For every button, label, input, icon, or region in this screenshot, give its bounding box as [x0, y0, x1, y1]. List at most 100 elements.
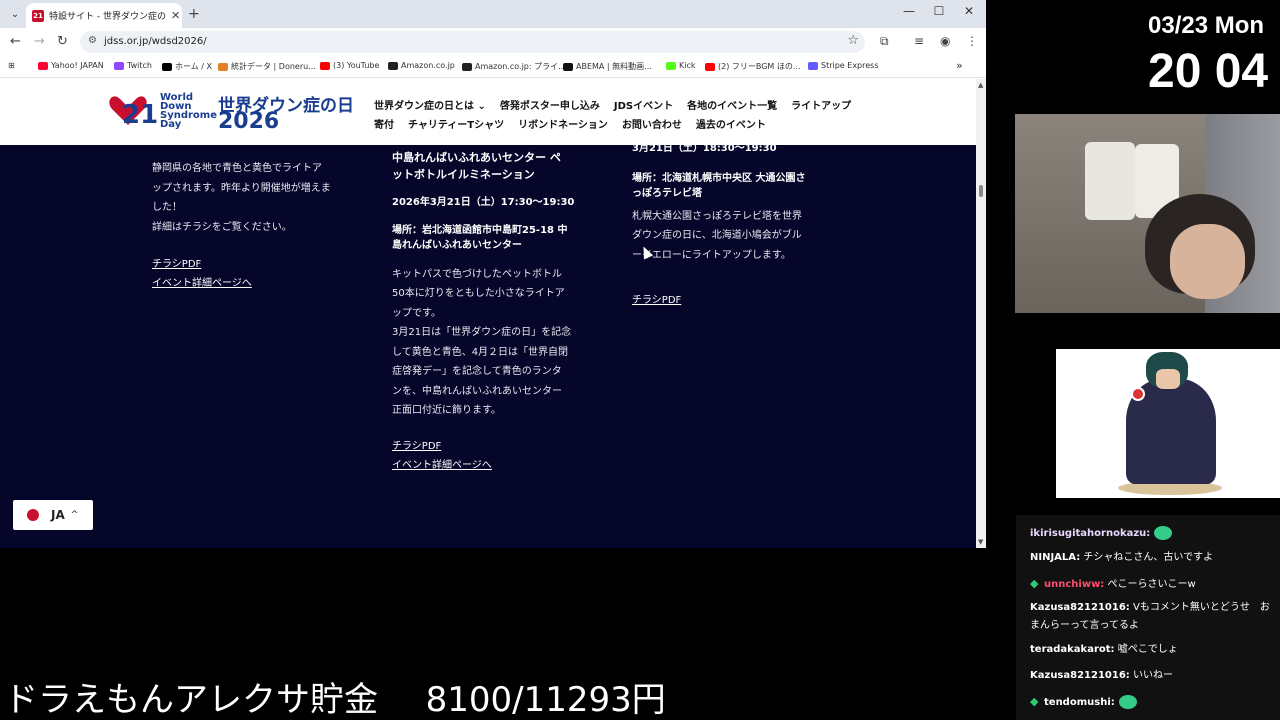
bookmark-youtube[interactable]: (3) YouTube: [320, 61, 379, 70]
menu-kebab-icon[interactable]: ⋮: [966, 34, 978, 48]
event-detail-link[interactable]: イベント詳細ページへ: [392, 456, 587, 475]
amazon-icon: [462, 62, 472, 71]
donation-unit: 円: [631, 680, 666, 720]
bookmark-abema[interactable]: ABEMA | 無料動画...: [563, 61, 652, 72]
youtube-icon: [320, 61, 330, 70]
flyer-pdf-link[interactable]: チラシPDF: [392, 437, 587, 456]
back-arrow-icon[interactable]: ←: [10, 34, 21, 49]
nav-about[interactable]: 世界ダウン症の日とは ⌄: [374, 97, 486, 112]
bookmark-kick[interactable]: Kick: [666, 61, 696, 70]
pixel-avatar-image: [1056, 349, 1280, 498]
chat-username[interactable]: teradakakarot:: [1030, 644, 1115, 655]
event-place-line: 島れんばいふれあいセンター: [392, 239, 522, 251]
bookmark-label: ホーム / X: [175, 62, 213, 71]
chat-username[interactable]: Kazusa82121016:: [1030, 602, 1130, 613]
chat-message: Kazusa82121016: いいねー: [1030, 667, 1173, 685]
language-selector[interactable]: JA ^: [13, 500, 93, 530]
bookmark-yahoo[interactable]: Yahoo! JAPAN: [38, 61, 104, 70]
event-body-line: 症啓発デー」を記念して青色のランタ: [392, 366, 562, 377]
twitch-icon: [114, 61, 124, 70]
bookmark-stripe[interactable]: Stripe Express: [808, 61, 879, 70]
chat-message: Kazusa82121016: Vもコメント無いとどうせ お: [1030, 599, 1270, 617]
bookmark-bgm[interactable]: (2) フリーBGM ほの...: [705, 61, 801, 72]
maximize-icon[interactable]: ☐: [925, 4, 953, 18]
chevron-up-icon: ^: [70, 510, 79, 520]
site-favicon-icon: 21: [32, 9, 44, 22]
nav-past-events[interactable]: 過去のイベント: [696, 116, 766, 131]
nav-ribbon-donation[interactable]: リボンドネーション: [518, 116, 608, 131]
logo-en-line: Day: [160, 119, 182, 130]
overlay-date: 03/23 Mon: [1148, 12, 1265, 39]
chat-emote-icon: [1154, 526, 1173, 540]
event-body-line: ーイエローにライトアップします。: [632, 249, 791, 261]
site-info-icon[interactable]: ⚙: [88, 35, 97, 46]
chat-message: ikirisugitahornokazu:: [1030, 525, 1173, 543]
nav-lightup[interactable]: ライトアップ: [791, 97, 851, 112]
event-body-line: ンを、中島れんばいふれあいセンター: [392, 385, 562, 397]
tab-list-chevron-icon[interactable]: ⌄: [6, 5, 24, 23]
flyer-pdf-link[interactable]: チラシPDF: [152, 255, 347, 274]
kick-icon: [666, 61, 676, 70]
profile-avatar-icon[interactable]: ◉: [940, 34, 950, 48]
scroll-up-icon[interactable]: ▲: [978, 81, 983, 89]
bookmarks-more-icon[interactable]: »: [956, 59, 963, 72]
nav-charity-tshirt[interactable]: チャリティーTシャツ: [408, 116, 504, 131]
chat-text: チシャねこさん、古いですよ: [1080, 552, 1214, 563]
event-place-line: 場所：岩北海道函館市中島町25-18 中: [392, 224, 568, 236]
nav-row-primary: 世界ダウン症の日とは ⌄ 啓発ポスター申し込み JDSイベント 各地のイベント一…: [374, 97, 851, 112]
x-icon: [162, 62, 172, 71]
chat-badge-icon: ◆: [1030, 577, 1039, 590]
overlay-time: 20 04: [1148, 45, 1269, 98]
event-date: 2026年3月21日（土）17:30〜19:30: [392, 197, 575, 208]
donation-goal: ドラえもんアレクサ貯金 8100/11293円: [4, 680, 666, 720]
chat-message: まんらーって言ってるよ: [1030, 617, 1139, 635]
nav-donate[interactable]: 寄付: [374, 116, 394, 131]
url-text[interactable]: jdss.or.jp/wdsd2026/: [104, 36, 207, 47]
minimize-icon[interactable]: —: [895, 4, 923, 18]
event-detail-link[interactable]: イベント詳細ページへ: [152, 274, 347, 293]
event-body-line: した！: [152, 202, 182, 213]
nav-jds-events[interactable]: JDSイベント: [614, 97, 673, 112]
event-title-line: 中島れんばいふれあいセンター ペ: [392, 151, 561, 164]
bookmark-label: Yahoo! JAPAN: [51, 61, 104, 70]
tab-active[interactable]: 21 特設サイト - 世界ダウン症の日2026 ✕: [26, 3, 182, 28]
window-close-icon[interactable]: ✕: [955, 4, 983, 18]
new-tab-plus-icon[interactable]: +: [188, 6, 200, 22]
chat-username[interactable]: NINJALA:: [1030, 552, 1080, 563]
browser-toolbar: ← → ↻ ⚙ jdss.or.jp/wdsd2026/ ☆ ⧉ ≡ ◉ ⋮: [0, 28, 986, 56]
scroll-down-icon[interactable]: ▼: [978, 538, 983, 546]
nav-poster[interactable]: 啓発ポスター申し込み: [500, 97, 600, 112]
nav-contact[interactable]: お問い合わせ: [622, 116, 682, 131]
bookmark-label: ABEMA | 無料動画...: [576, 62, 652, 71]
page-scrollbar[interactable]: ▲ ▼: [976, 79, 986, 548]
chat-message: ◆ tendomushi:: [1030, 693, 1137, 712]
chat-text: 嘘ぺこでしょ: [1114, 644, 1178, 655]
extensions-icon[interactable]: ⧉: [880, 34, 889, 49]
chat-username[interactable]: ikirisugitahornokazu:: [1030, 528, 1150, 539]
address-bar[interactable]: ⚙ jdss.or.jp/wdsd2026/ ☆: [80, 31, 865, 53]
bookmark-label: (2) フリーBGM ほの...: [718, 62, 801, 71]
bookmark-x[interactable]: ホーム / X: [162, 61, 212, 72]
nav-local-events[interactable]: 各地のイベント一覧: [687, 97, 777, 112]
wdsd-logo-icon[interactable]: 21: [108, 93, 158, 131]
chat-text: Vもコメント無いとどうせ お: [1129, 602, 1270, 613]
event-body-line: 静岡県の各地で青色と黄色でライトア: [152, 163, 322, 174]
chat-username[interactable]: tendomushi:: [1044, 697, 1115, 708]
bookmark-star-icon[interactable]: ☆: [847, 33, 859, 48]
chat-username[interactable]: unnchiww:: [1044, 579, 1104, 590]
bookmark-doneru[interactable]: 統計データ | Doneru...: [218, 61, 316, 72]
bookmark-twitch[interactable]: Twitch: [114, 61, 152, 70]
event-date: 3月21日（土）18:30〜19:30: [632, 143, 777, 154]
chat-username[interactable]: Kazusa82121016:: [1030, 670, 1130, 681]
scrollbar-thumb[interactable]: [979, 185, 983, 197]
bookmark-amazon-prime[interactable]: Amazon.co.jp: プライ...: [462, 61, 566, 72]
apps-grid-icon[interactable]: ⊞: [8, 61, 15, 70]
media-control-icon[interactable]: ≡: [914, 34, 924, 48]
reload-icon[interactable]: ↻: [57, 34, 68, 49]
tab-close-icon[interactable]: ✕: [171, 9, 180, 22]
bookmark-amazon[interactable]: Amazon.co.jp: [388, 61, 455, 70]
bookmark-label: Amazon.co.jp: プライ...: [475, 62, 566, 71]
flyer-pdf-link[interactable]: チラシPDF: [632, 291, 827, 310]
forward-arrow-icon[interactable]: →: [34, 34, 45, 49]
chat-text: いいねー: [1129, 670, 1173, 681]
